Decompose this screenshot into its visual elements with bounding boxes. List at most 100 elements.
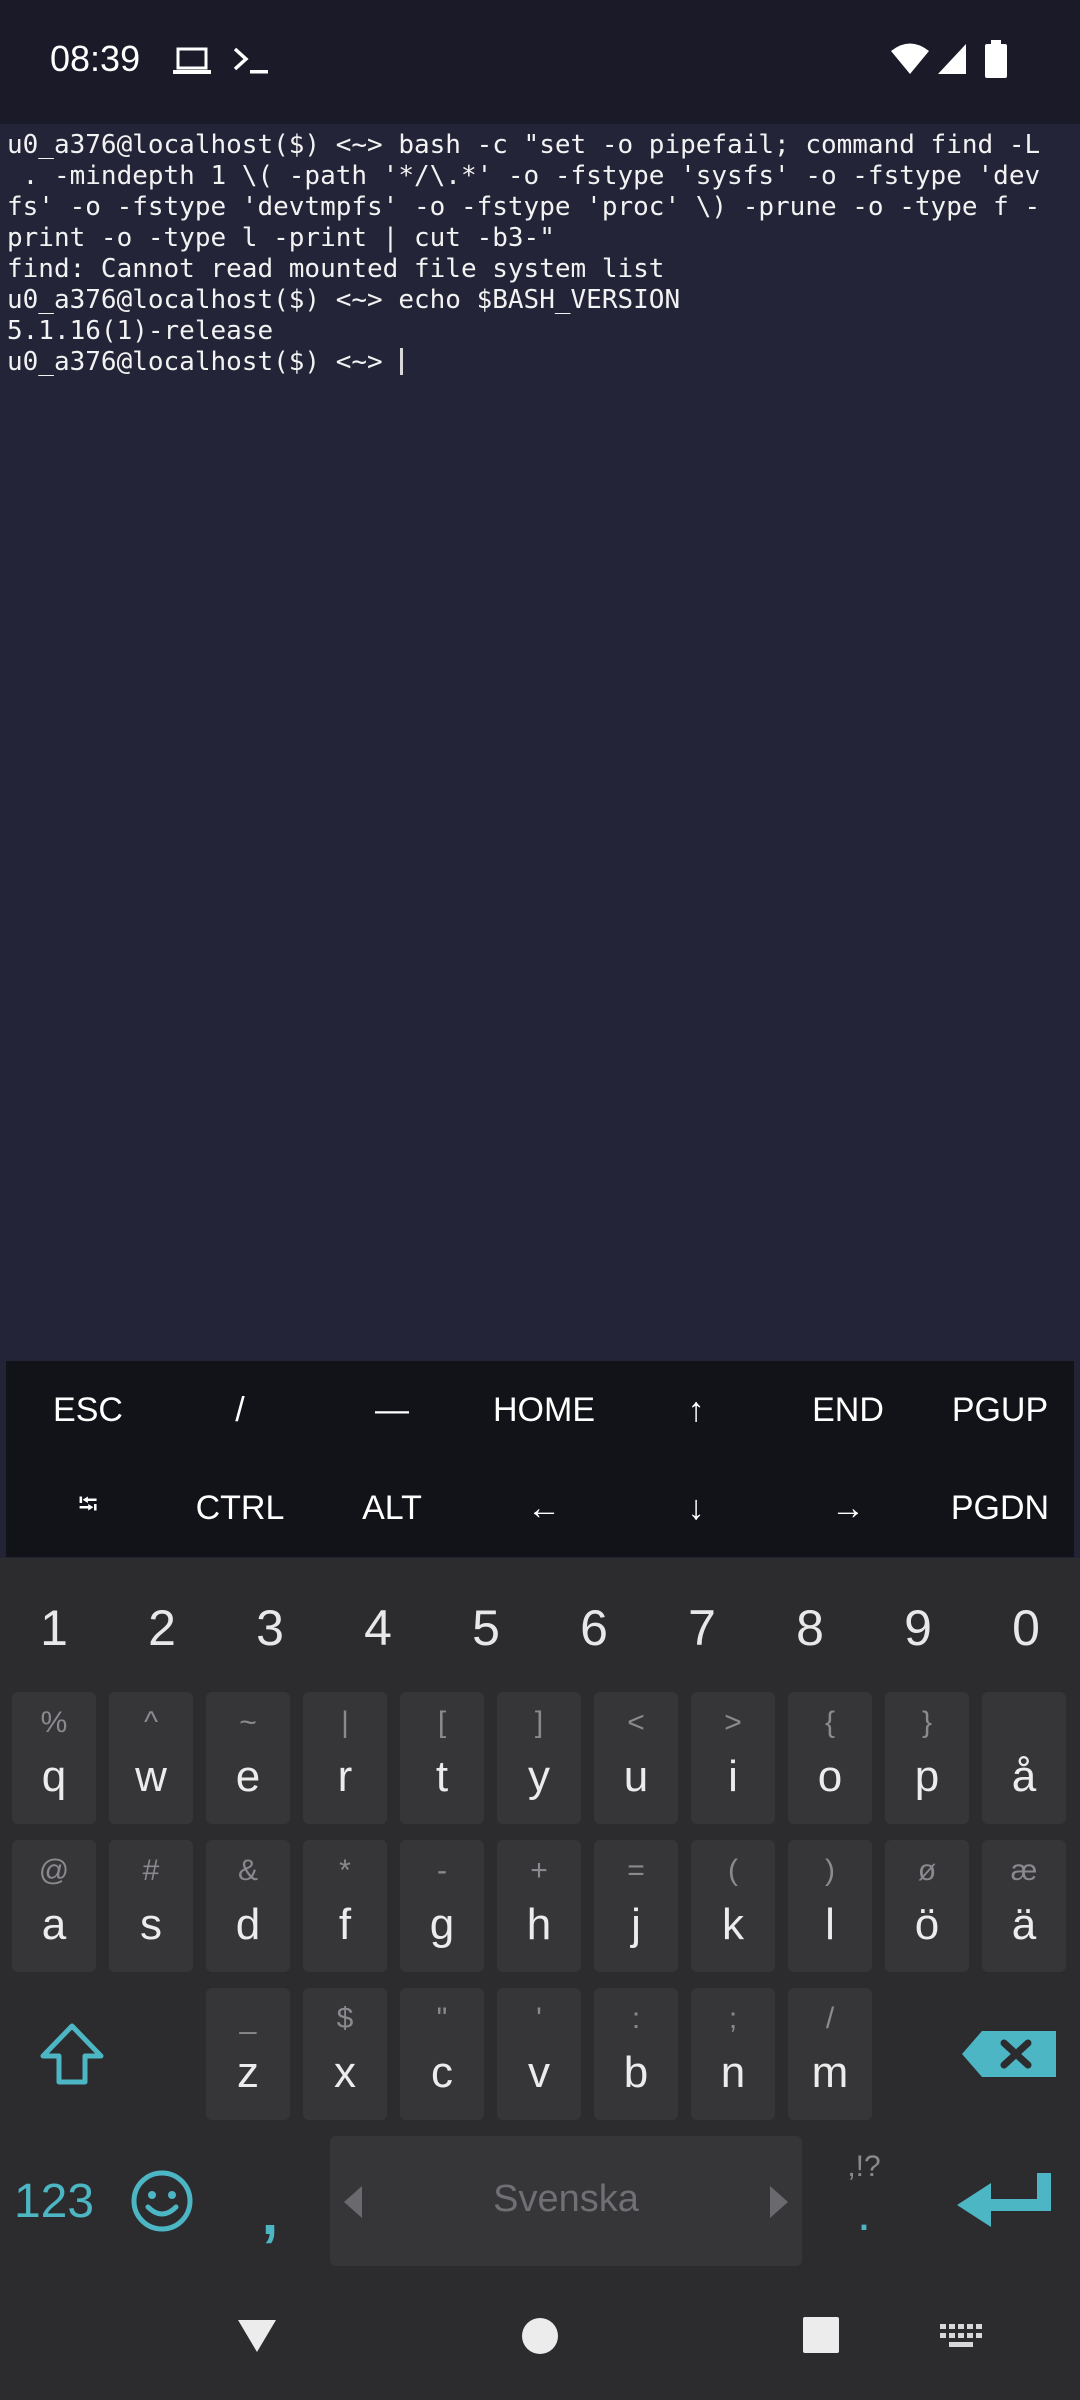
key-9[interactable]: 9 xyxy=(864,1558,972,1698)
space-key[interactable]: Svenska xyxy=(330,2136,802,2266)
key-g[interactable]: -g xyxy=(400,1840,484,1972)
key-5[interactable]: 5 xyxy=(432,1558,540,1698)
key-r[interactable]: | r xyxy=(303,1692,387,1824)
shift-icon xyxy=(40,2023,104,2085)
key-alt-label: ø xyxy=(917,1854,937,1887)
key-i[interactable]: > i xyxy=(691,1692,775,1824)
key-q[interactable]: % q xyxy=(12,1692,96,1824)
key-alt-label: ; xyxy=(728,2002,738,2035)
back-icon[interactable] xyxy=(236,2318,278,2354)
key-4[interactable]: 4 xyxy=(324,1558,432,1698)
key-label: i xyxy=(728,1752,738,1801)
key-3[interactable]: 3 xyxy=(216,1558,324,1698)
key-alt-label: ] xyxy=(534,1706,544,1739)
keyboard-switch-icon[interactable] xyxy=(940,2324,984,2350)
key-alt-label: & xyxy=(237,1854,258,1887)
key-o-umlaut[interactable]: øö xyxy=(885,1840,969,1972)
key-t[interactable]: [t xyxy=(400,1692,484,1824)
key-label: v xyxy=(528,2048,550,2097)
key-alt-label: $ xyxy=(336,2002,354,2035)
extra-keys-bar: ESC / — HOME ↑ END PGUP ⭾ CTRL ALT ← ↓ →… xyxy=(6,1361,1074,1557)
key-label: c xyxy=(431,2048,453,2097)
terminal-line: fs' -o -fstype 'devtmpfs' -o -fstype 'pr… xyxy=(7,192,1041,222)
period-alt-label: ,!? xyxy=(847,2150,881,2183)
key-label: j xyxy=(631,1900,641,1949)
key-w[interactable]: ^ w xyxy=(109,1692,193,1824)
pgdn-key[interactable]: PGDN xyxy=(924,1459,1076,1557)
key-m[interactable]: / m xyxy=(788,1988,872,2120)
key-alt-label: + xyxy=(530,1854,548,1887)
emoji-key[interactable] xyxy=(112,2136,212,2266)
key-7[interactable]: 7 xyxy=(648,1558,756,1698)
comma-key[interactable]: , xyxy=(222,2148,318,2278)
end-key[interactable]: END xyxy=(772,1361,924,1459)
recents-icon[interactable] xyxy=(802,2316,840,2354)
backspace-key[interactable] xyxy=(950,1988,1070,2120)
key-label: g xyxy=(429,1900,455,1949)
key-h[interactable]: + h xyxy=(497,1840,581,1972)
key-l[interactable]: ) l xyxy=(788,1840,872,1972)
key-p[interactable]: } p xyxy=(885,1692,969,1824)
key-alt-label: æ xyxy=(1010,1854,1038,1887)
esc-key[interactable]: ESC xyxy=(12,1361,164,1459)
key-e[interactable]: ~ e xyxy=(206,1692,290,1824)
key-label: d xyxy=(235,1900,261,1949)
key-8[interactable]: 8 xyxy=(756,1558,864,1698)
key-a-ring[interactable]: å xyxy=(982,1692,1066,1824)
key-alt-label: " xyxy=(436,2002,448,2035)
key-o[interactable]: {o xyxy=(788,1692,872,1824)
key-2[interactable]: 2 xyxy=(108,1558,216,1698)
alt-key[interactable]: ALT xyxy=(316,1459,468,1557)
key-c[interactable]: " c xyxy=(400,1988,484,2120)
terminal-prompt-line: u0_a376@localhost($) <~> xyxy=(7,347,1074,378)
home-key[interactable]: HOME xyxy=(468,1361,620,1459)
key-alt-label: : xyxy=(631,2002,641,2035)
key-v[interactable]: ' v xyxy=(497,1988,581,2120)
key-a[interactable]: @ a xyxy=(12,1840,96,1972)
up-arrow-key[interactable]: ↑ xyxy=(620,1361,772,1459)
key-label: e xyxy=(235,1752,261,1801)
key-alt-label: # xyxy=(142,1854,160,1887)
key-label: l xyxy=(825,1900,835,1949)
slash-key[interactable]: / xyxy=(164,1361,316,1459)
key-y[interactable]: ] y xyxy=(497,1692,581,1824)
period-key[interactable]: ,!? . xyxy=(812,2136,916,2266)
key-label: k xyxy=(722,1900,744,1949)
pgup-key[interactable]: PGUP xyxy=(924,1361,1076,1459)
key-0[interactable]: 0 xyxy=(972,1558,1080,1698)
dash-key[interactable]: — xyxy=(316,1361,468,1459)
key-label: y xyxy=(528,1752,550,1801)
down-arrow-key[interactable]: ↓ xyxy=(620,1459,772,1557)
battery-icon xyxy=(985,40,1007,78)
key-label: x xyxy=(334,2048,356,2097)
key-j[interactable]: = j xyxy=(594,1840,678,1972)
key-n[interactable]: ; n xyxy=(691,1988,775,2120)
enter-key[interactable] xyxy=(940,2136,1070,2266)
key-s[interactable]: # s xyxy=(109,1840,193,1972)
key-label: o xyxy=(817,1752,843,1801)
shift-key[interactable] xyxy=(22,1988,122,2120)
key-d[interactable]: & d xyxy=(206,1840,290,1972)
key-k[interactable]: (k xyxy=(691,1840,775,1972)
key-a-umlaut[interactable]: æä xyxy=(982,1840,1066,1972)
terminal-prompt: u0_a376@localhost($) <~> xyxy=(7,347,399,377)
key-label: s xyxy=(140,1900,162,1949)
chevron-right-icon xyxy=(770,2186,788,2218)
key-label: f xyxy=(338,1900,352,1949)
symbols-key[interactable]: 123 xyxy=(6,2136,102,2266)
tab-key[interactable]: ⭾ xyxy=(12,1459,164,1557)
key-x[interactable]: $ x xyxy=(303,1988,387,2120)
key-z[interactable]: _ z xyxy=(206,1988,290,2120)
key-1[interactable]: 1 xyxy=(0,1558,108,1698)
key-u[interactable]: < u xyxy=(594,1692,678,1824)
right-arrow-key[interactable]: → xyxy=(772,1459,924,1557)
ctrl-key[interactable]: CTRL xyxy=(164,1459,316,1557)
terminal-view[interactable]: u0_a376@localhost($) <~> bash -c "set -o… xyxy=(0,124,1080,1360)
key-label: h xyxy=(526,1900,552,1949)
home-icon[interactable] xyxy=(520,2316,560,2356)
key-alt-label: - xyxy=(437,1854,447,1887)
key-f[interactable]: * f xyxy=(303,1840,387,1972)
key-b[interactable]: :b xyxy=(594,1988,678,2120)
left-arrow-key[interactable]: ← xyxy=(468,1459,620,1557)
key-6[interactable]: 6 xyxy=(540,1558,648,1698)
